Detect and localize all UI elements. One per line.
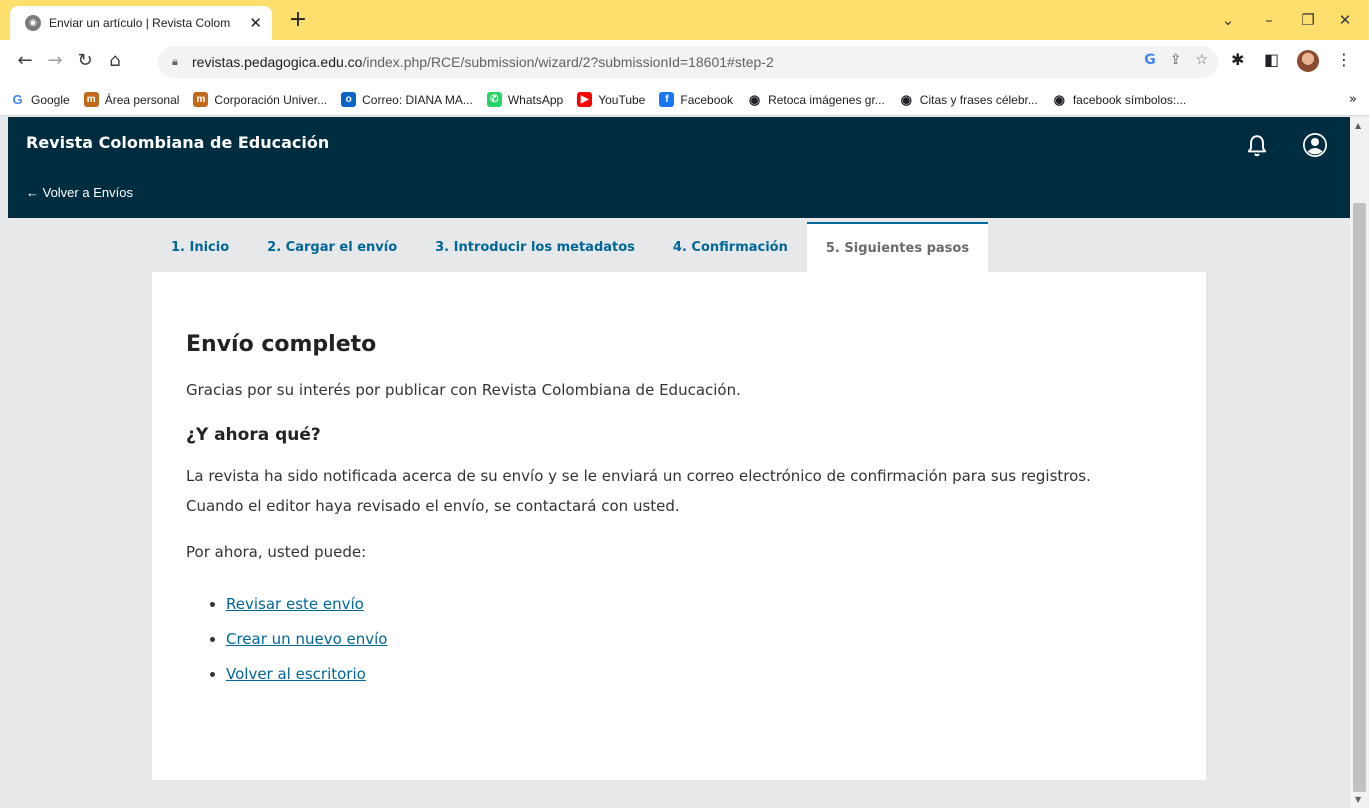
lock-icon: 🔒︎ — [172, 55, 178, 68]
back-to-submissions-link[interactable]: ← Volver a Envíos — [26, 185, 133, 200]
bookmarks-overflow-icon[interactable]: » — [1349, 92, 1357, 107]
back-arrow-icon[interactable]: ← — [14, 50, 36, 72]
site-favicon-icon: ◉ — [25, 15, 41, 31]
notice-text-line1: La revista ha sido notificada acerca de … — [186, 467, 1091, 485]
next-steps-heading: ¿Y ahora qué? — [186, 425, 321, 445]
close-window-button[interactable]: ✕ — [1330, 8, 1360, 32]
bookmark-item[interactable]: ◉ facebook símbolos:... — [1052, 91, 1187, 107]
submission-complete-panel: Envío completo Gracias por su interés po… — [152, 272, 1206, 780]
page-title: Envío completo — [186, 332, 377, 357]
minimize-button[interactable]: – — [1254, 8, 1284, 32]
scroll-up-arrow-icon[interactable]: ▲ — [1355, 121, 1361, 130]
notice-text-line2: Cuando el editor haya revisado el envío,… — [186, 497, 680, 515]
back-to-dashboard-link[interactable]: Volver al escritorio — [226, 665, 366, 683]
wizard-tab-1[interactable]: 1. Inicio — [152, 222, 248, 272]
facebook-icon: f — [659, 92, 675, 107]
wizard-tab-2[interactable]: 2. Cargar el envío — [248, 222, 416, 272]
bookmark-label: Retoca imágenes gr... — [768, 92, 885, 107]
wizard-tab-5[interactable]: 5. Siguientes pasos — [806, 222, 989, 272]
globe-icon: ◉ — [900, 91, 912, 107]
bookmark-item[interactable]: ▶ YouTube — [577, 92, 645, 107]
outlook-icon: o — [341, 92, 357, 107]
app-header: Revista Colombiana de Educación ← Volver… — [8, 117, 1350, 218]
share-icon[interactable]: ⇪ — [1170, 52, 1182, 68]
bookmark-label: Área personal — [104, 92, 180, 107]
browser-tab-strip: ◉ Enviar un artículo | Revista Colom ✕ +… — [0, 0, 1369, 40]
browser-tab-title: Enviar un artículo | Revista Colom — [49, 16, 231, 30]
new-submission-link[interactable]: Crear un nuevo envío — [226, 630, 387, 648]
google-icon: G — [12, 92, 23, 107]
next-actions-list: Revisar este envío Crear un nuevo envío … — [186, 587, 1172, 692]
bookmark-label: WhatsApp — [507, 92, 564, 107]
page-scrollbar[interactable]: ▲ ▼ — [1350, 117, 1369, 808]
page-viewport: Revista Colombiana de Educación ← Volver… — [8, 117, 1350, 808]
list-item: Volver al escritorio — [226, 657, 1172, 692]
extensions-icon[interactable]: ✱ — [1231, 50, 1244, 69]
side-panel-icon[interactable]: ◧ — [1264, 50, 1279, 69]
profile-avatar[interactable] — [1297, 50, 1319, 72]
review-submission-link[interactable]: Revisar este envío — [226, 595, 364, 613]
bookmark-label: YouTube — [598, 92, 646, 107]
bookmark-label: Google — [31, 92, 70, 107]
bookmark-star-icon[interactable]: ☆ — [1195, 52, 1208, 68]
new-tab-button[interactable]: + — [285, 8, 311, 34]
youtube-icon: ▶ — [577, 92, 593, 107]
google-translate-icon[interactable]: G — [1144, 52, 1156, 68]
moodle-icon: m — [193, 92, 209, 107]
bookmark-item[interactable]: o Correo: DIANA MA... — [341, 92, 473, 107]
bookmarks-bar: G Google m Área personal m Corporación Univer… — [0, 84, 1369, 116]
browser-toolbar: ← → ↻ ⌂ 🔒︎ revistas.pedagogica.edu.co/in… — [0, 40, 1369, 84]
bookmark-label: Correo: DIANA MA... — [362, 92, 473, 107]
options-intro-text: Por ahora, usted puede: — [186, 543, 367, 561]
bookmark-item[interactable]: G Google — [10, 92, 70, 107]
close-tab-icon[interactable]: ✕ — [249, 14, 262, 32]
notifications-bell-icon[interactable] — [1244, 133, 1270, 159]
bookmark-item[interactable]: m Área personal — [83, 92, 180, 107]
thanks-text: Gracias por su interés por publicar con … — [186, 381, 741, 399]
bookmark-item[interactable]: ✆ WhatsApp — [486, 92, 564, 107]
tab-search-icon[interactable]: ⌄ — [1213, 8, 1243, 32]
forward-arrow-icon[interactable]: → — [44, 50, 66, 72]
home-icon[interactable]: ⌂ — [104, 50, 126, 72]
bookmark-label: Facebook — [680, 92, 734, 107]
restore-button[interactable]: ❐ — [1293, 8, 1323, 32]
bookmark-item[interactable]: m Corporación Univer... — [193, 92, 327, 107]
browser-menu-icon[interactable]: ⋮ — [1336, 50, 1352, 69]
bookmark-item[interactable]: f Facebook — [659, 92, 733, 107]
wizard-tab-4[interactable]: 4. Confirmación — [654, 222, 807, 272]
globe-icon: ◉ — [748, 91, 761, 107]
url-text: revistas.pedagogica.edu.co/index.php/RCE… — [192, 54, 774, 70]
scroll-down-arrow-icon[interactable]: ▼ — [1355, 795, 1361, 804]
bookmark-item[interactable]: ◉ Citas y frases célebr... — [899, 92, 1038, 107]
whatsapp-icon: ✆ — [486, 92, 502, 107]
wizard-tabs: 1. Inicio 2. Cargar el envío 3. Introducir… — [152, 222, 989, 272]
moodle-icon: m — [83, 92, 99, 107]
list-item: Revisar este envío — [226, 587, 1172, 622]
user-account-icon[interactable] — [1301, 131, 1329, 159]
browser-tab[interactable]: ◉ Enviar un artículo | Revista Colom ✕ — [10, 6, 272, 40]
bookmark-label: Citas y frases célebr... — [919, 92, 1038, 107]
bookmark-label: Corporación Univer... — [214, 92, 328, 107]
list-item: Crear un nuevo envío — [226, 622, 1172, 657]
address-bar[interactable]: 🔒︎ revistas.pedagogica.edu.co/index.php/… — [158, 46, 1218, 78]
scrollbar-thumb[interactable] — [1353, 203, 1366, 792]
wizard-tab-3[interactable]: 3. Introducir los metadatos — [416, 222, 654, 272]
bookmark-item[interactable]: ◉ Retoca imágenes gr... — [747, 92, 885, 107]
globe-icon: ◉ — [1053, 91, 1066, 107]
bookmark-label: facebook símbolos:... — [1072, 92, 1187, 107]
site-title[interactable]: Revista Colombiana de Educación — [26, 133, 329, 152]
reload-icon[interactable]: ↻ — [74, 50, 96, 72]
